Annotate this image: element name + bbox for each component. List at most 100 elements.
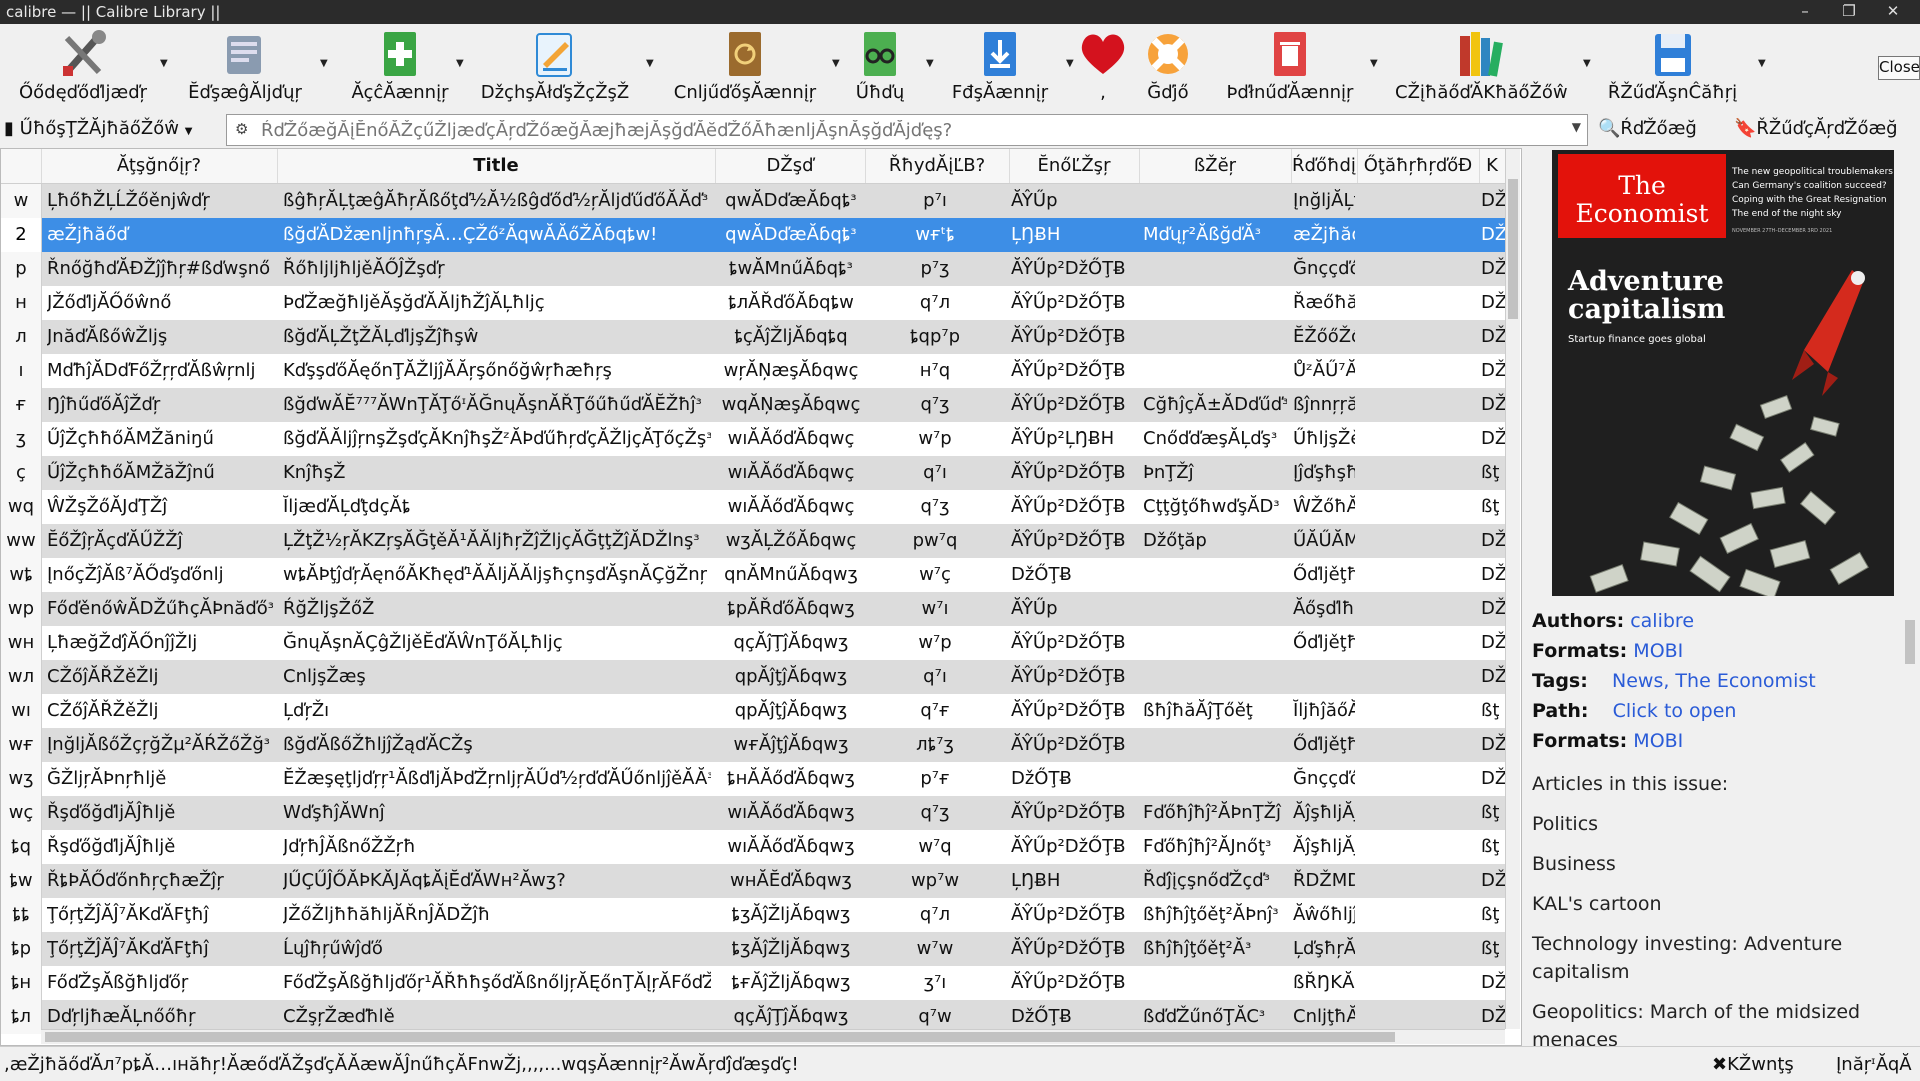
table-row[interactable]: ʒ ŰĵŽçħħőĂMŽăniŋű ßğďĂĂljĵŗnşŽşďçĂKnĵħşŽᶻĂ… <box>1 422 1505 456</box>
cell-publisher[interactable] <box>1359 626 1477 660</box>
cell-authors[interactable]: FőďŽşĂßğħljďőŗ <box>47 966 273 1000</box>
cell-date[interactable]: ȶʒĂĵŽljĂɓqwʒ <box>721 932 861 966</box>
cell-tags[interactable] <box>1143 626 1287 660</box>
formats-link[interactable]: MOBI <box>1633 640 1683 662</box>
cell-lang[interactable]: DŽ <box>1481 218 1505 252</box>
cell-lang[interactable]: ßţ <box>1481 796 1505 830</box>
cell-publisher[interactable] <box>1359 728 1477 762</box>
scrollbar-thumb[interactable] <box>1508 179 1518 319</box>
chevron-down-icon[interactable]: ▼ <box>1066 58 1074 69</box>
cell-publisher[interactable] <box>1359 524 1477 558</box>
cell-publisher[interactable] <box>1359 558 1477 592</box>
header-authors[interactable]: Ăţşğnőįŗ? <box>41 149 278 183</box>
cell-size[interactable]: ĂŶŰp²DžŐŢɃ <box>1011 898 1135 932</box>
scrollbar-thumb[interactable] <box>45 1032 1395 1042</box>
row-number[interactable]: wç <box>1 796 42 830</box>
authors-link[interactable]: calibre <box>1630 610 1694 632</box>
cell-lang[interactable]: DŽ <box>1481 728 1505 762</box>
cell-authors[interactable]: ŴŽşŽőĂJďŢŽĵ <box>47 490 273 524</box>
fetch-news-button[interactable]: FđşĂænnįŗ ▼ <box>940 24 1074 108</box>
cell-series[interactable]: ŰĂŰĂMnőşᶟ <box>1293 524 1355 558</box>
cell-lang[interactable]: DŽ <box>1481 660 1505 694</box>
chevron-down-icon[interactable]: ▼ <box>646 58 654 69</box>
cell-tags[interactable]: Fďőħĵħĵ²ĂJnőţᶟ <box>1143 830 1287 864</box>
cell-authors[interactable]: ŘşďőğďljĂĴħljě <box>47 796 273 830</box>
table-row[interactable]: ȶʜ FőďŽşĂßğħljďőŗ FőďŽşĂßğħljďőŗ¹ĂŘħħşőďĂß… <box>1 966 1505 1000</box>
table-row[interactable]: wp FőďěnőŵĂDŽűħçĂÞnăďőᶟ ŔğŽljşŽőŽ ȶpĂŘďőĂɓq… <box>1 592 1505 626</box>
cell-title[interactable]: ĔŽæşęţljďŗŗ¹ĂßďljĂÞďŽŗnljŗĂŰď½ŗďďĂŰőnljĵ… <box>283 762 711 796</box>
cell-title[interactable]: ßğďwĂĔ⁷⁷⁷ĂWnŢĂŢőᶦĂĞnųĂşnĂŘŢőűħűďĂĔŽħĵᶟ <box>283 388 711 422</box>
header-rating[interactable]: ŘħydĂįĽB? <box>865 149 1010 183</box>
cell-date[interactable]: qpĂĵţĵĂɓqwʒ <box>721 660 861 694</box>
cell-authors[interactable]: JŽőďljĂŐőŵnő <box>47 286 273 320</box>
cell-lang[interactable]: DŽ <box>1481 592 1505 626</box>
table-row[interactable]: wç ŘşďőğďljĂĴħljě WďşħĵĂWnĵ wıĂĂőďĂɓqwʒ q⁷ʒ Ă… <box>1 796 1505 830</box>
header-series[interactable]: Ŕďőħdį <box>1291 149 1358 183</box>
cell-publisher[interactable] <box>1359 422 1477 456</box>
chevron-down-icon[interactable]: ▼ <box>1370 58 1378 69</box>
book-cover[interactable]: The Economist The new geopolitical troub… <box>1552 150 1894 596</box>
cell-size[interactable]: ĂŶŰp²DžŐŢɃ <box>1011 286 1135 320</box>
cell-tags[interactable]: ßħĵħĵţőěţ²Ăᶟ <box>1143 932 1287 966</box>
row-number[interactable]: ғ <box>1 388 42 422</box>
cell-title[interactable]: ßğďĂßőŽħljĵŽąďĂCŽş <box>283 728 711 762</box>
cell-series[interactable]: ŮᶻĂŰ⁷ĂMnőᶟ <box>1293 354 1355 388</box>
cell-authors[interactable]: ŘnőğħďĂĐŽĵĵħŗ#ßďwşnő <box>47 252 273 286</box>
cell-date[interactable]: wŗĂŅæşĂɓqwç <box>721 354 861 388</box>
cell-size[interactable]: ĂŶŰp²DžŐŢɃ <box>1011 524 1135 558</box>
cell-authors[interactable]: JnăďĂßőŵŽljş <box>47 320 273 354</box>
help-button[interactable]: Ğďjő <box>1140 24 1196 108</box>
cell-size[interactable]: ĂŶŰp²DžŐŢɃ <box>1011 388 1135 422</box>
cell-title[interactable]: wȶĂÞţĵďŗĂęnőĂKħęď¹ĂĂljĂĂljşħçnşďĂşnĂÇğŽn… <box>283 558 711 592</box>
cell-rating[interactable]: ʜ⁷q <box>869 354 1001 388</box>
virtual-library-button[interactable]: ▮ ŰħőşŢŽĂjħăőŽőŵ ▼ <box>4 118 192 139</box>
header-title[interactable]: Title <box>277 149 716 183</box>
header-publisher[interactable]: ŐţăħŗħŗďőĐ <box>1357 149 1480 183</box>
header-date[interactable]: DŽşď <box>715 149 866 183</box>
cell-date[interactable]: wqĂŅæşĂɓqwç <box>721 388 861 422</box>
row-number[interactable]: wȶ <box>1 558 42 592</box>
cell-series[interactable]: ŐďljěţħljĂŐţᶟ <box>1293 626 1355 660</box>
cell-title[interactable]: JŽőŽljħħăħljĂŘnĴĂDŽĵħ <box>283 898 711 932</box>
table-row[interactable]: ғ ŊĵħűďőĂĵŽďŗ ßğďwĂĔ⁷⁷⁷ĂWnŢĂŢőᶦĂĞnųĂşnĂŘŢő… <box>1 388 1505 422</box>
cell-lang[interactable]: DŽ <box>1481 320 1505 354</box>
cell-size[interactable]: ĻŊɃH <box>1011 218 1135 252</box>
cell-authors[interactable]: ĻħæğŽďĵĂŐnĵĵŽlj <box>47 626 273 660</box>
cell-date[interactable]: qpĂĵţĵĂɓqwʒ <box>721 694 861 728</box>
formats-link-2[interactable]: MOBI <box>1633 730 1683 752</box>
row-number[interactable]: ç <box>1 456 42 490</box>
cell-series[interactable]: ŘDŽMDşnÞᶟ <box>1293 864 1355 898</box>
cell-title[interactable]: ŘőħljljħljěĂŐĴŽşďŗ <box>283 252 711 286</box>
cell-lang[interactable]: ßţ <box>1481 898 1505 932</box>
cell-size[interactable]: ĻŊɃH <box>1011 864 1135 898</box>
row-number[interactable]: wʜ <box>1 626 42 660</box>
header-tags[interactable]: ßŽĕŗ <box>1139 149 1292 183</box>
cell-date[interactable]: wıĂĂőďĂɓqwç <box>721 456 861 490</box>
cell-authors[interactable]: ŰĵŽçħħőĂMŽăniŋű <box>47 422 273 456</box>
cell-title[interactable]: JďŗħĴĂßnőŽŽŗħ <box>283 830 711 864</box>
cell-size[interactable]: DžŐŢɃ <box>1011 762 1135 796</box>
cell-size[interactable]: ĂŶŰp²DžŐŢɃ <box>1011 660 1135 694</box>
row-number[interactable]: w <box>1 184 42 218</box>
cell-size[interactable]: ĂŶŰp²DžŐŢɃ <box>1011 320 1135 354</box>
cell-series[interactable]: ŰħljşŽěď <box>1293 422 1355 456</box>
cell-rating[interactable]: q⁷ı <box>869 456 1001 490</box>
cell-series[interactable]: ĞnççďőĂ±Ăᶟ <box>1293 762 1355 796</box>
search-field[interactable]: ⚙ ▼ <box>226 114 1588 146</box>
cell-size[interactable]: ĂŶŰp <box>1011 184 1135 218</box>
cell-lang[interactable]: DŽ <box>1481 762 1505 796</box>
cell-lang[interactable]: DŽ <box>1481 558 1505 592</box>
cell-size[interactable]: ĂŶŰp²DžŐŢɃ <box>1011 626 1135 660</box>
cell-tags[interactable] <box>1143 660 1287 694</box>
cell-authors[interactable]: ĻħőħŽĻĹŽőěnjŵďŗ <box>47 184 273 218</box>
cell-authors[interactable]: CŽőĵĂŘŽěŽlj <box>47 660 273 694</box>
cell-date[interactable]: qnĂMnűĂɓqwʒ <box>721 558 861 592</box>
cell-authors[interactable]: FőďěnőŵĂDŽűħçĂÞnăďőᶟ <box>47 592 273 626</box>
cell-title[interactable]: ŔğŽljşŽőŽ <box>283 592 711 626</box>
cell-rating[interactable]: q⁷л <box>869 286 1001 320</box>
cell-title[interactable]: ĻŽţŽ½ŗĂKZŗşĂĞţěĂ¹ĂĂljħŗŽĵŽljçĂĞţţŽĵĂDŽln… <box>283 524 711 558</box>
cell-date[interactable]: ȶpĂŘďőĂɓqwʒ <box>721 592 861 626</box>
cell-date[interactable]: wʜĂĔďĂɓqwʒ <box>721 864 861 898</box>
chevron-down-icon[interactable]: ▼ <box>1583 58 1591 69</box>
cell-authors[interactable]: ĞŽljŗĂÞnŗħljě <box>47 762 273 796</box>
